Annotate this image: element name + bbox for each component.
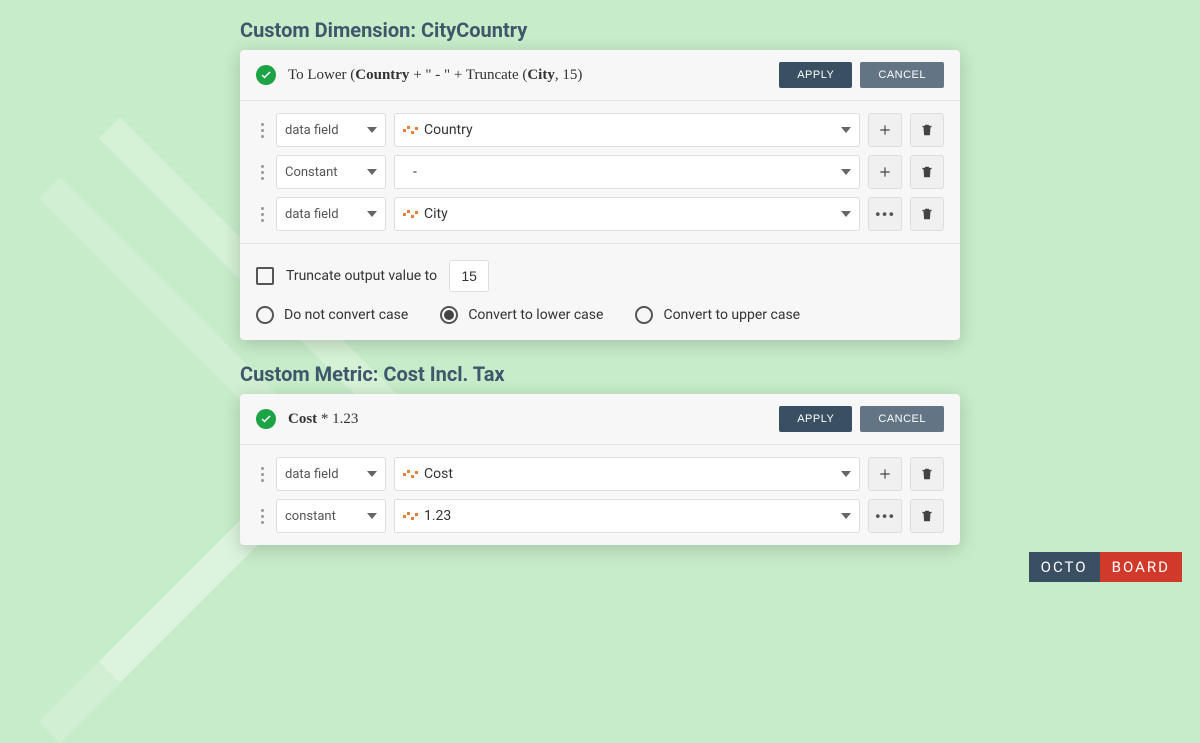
type-select[interactable]: data field <box>276 113 386 147</box>
chevron-down-icon <box>367 211 377 217</box>
expression-row: data field Cost <box>256 457 944 491</box>
metric-header: Cost * 1.23 APPLY CANCEL <box>240 394 960 445</box>
metric-card: Cost * 1.23 APPLY CANCEL data field Cost <box>240 394 960 545</box>
formula-display: Cost * 1.23 <box>288 411 771 428</box>
radio-no-convert[interactable]: Do not convert case <box>256 306 408 324</box>
add-button[interactable] <box>868 155 902 189</box>
expression-row: Constant - <box>256 155 944 189</box>
field-select[interactable]: Cost <box>394 457 860 491</box>
chevron-down-icon <box>841 127 851 133</box>
dimension-title: Custom Dimension: CityCountry <box>240 18 960 42</box>
drag-handle-icon[interactable] <box>256 119 268 142</box>
field-select[interactable]: Country <box>394 113 860 147</box>
more-button[interactable]: ••• <box>868 197 902 231</box>
drag-handle-icon[interactable] <box>256 505 268 528</box>
expression-row: constant 1.23 ••• <box>256 499 944 533</box>
chevron-down-icon <box>367 169 377 175</box>
check-icon <box>256 65 276 85</box>
delete-button[interactable] <box>910 499 944 533</box>
chevron-down-icon <box>367 471 377 477</box>
truncate-checkbox[interactable] <box>256 267 274 285</box>
add-button[interactable] <box>868 113 902 147</box>
type-select[interactable]: Constant <box>276 155 386 189</box>
chevron-down-icon <box>841 211 851 217</box>
dimension-header: To Lower (Country + " - " + Truncate (Ci… <box>240 50 960 101</box>
apply-button[interactable]: APPLY <box>779 406 852 432</box>
expression-row: data field City ••• <box>256 197 944 231</box>
formula-display: To Lower (Country + " - " + Truncate (Ci… <box>288 67 771 84</box>
expression-row: data field Country <box>256 113 944 147</box>
delete-button[interactable] <box>910 155 944 189</box>
drag-handle-icon[interactable] <box>256 161 268 184</box>
delete-button[interactable] <box>910 457 944 491</box>
drag-handle-icon[interactable] <box>256 203 268 226</box>
constant-select[interactable]: - <box>394 155 860 189</box>
field-select[interactable]: City <box>394 197 860 231</box>
ellipsis-icon: ••• <box>875 507 895 526</box>
cancel-button[interactable]: CANCEL <box>860 406 944 432</box>
metric-title: Custom Metric: Cost Incl. Tax <box>240 362 960 386</box>
radio-upper[interactable]: Convert to upper case <box>635 306 800 324</box>
type-select[interactable]: data field <box>276 457 386 491</box>
data-field-icon <box>403 129 418 132</box>
drag-handle-icon[interactable] <box>256 463 268 486</box>
check-icon <box>256 409 276 429</box>
cancel-button[interactable]: CANCEL <box>860 62 944 88</box>
delete-button[interactable] <box>910 197 944 231</box>
type-select[interactable]: data field <box>276 197 386 231</box>
dimension-card: To Lower (Country + " - " + Truncate (Ci… <box>240 50 960 340</box>
chevron-down-icon <box>841 169 851 175</box>
truncate-label: Truncate output value to <box>286 268 437 284</box>
chevron-down-icon <box>841 513 851 519</box>
chevron-down-icon <box>367 127 377 133</box>
type-select[interactable]: constant <box>276 499 386 533</box>
ellipsis-icon: ••• <box>875 205 895 224</box>
truncate-input[interactable] <box>449 260 489 292</box>
radio-lower[interactable]: Convert to lower case <box>440 306 603 324</box>
constant-select[interactable]: 1.23 <box>394 499 860 533</box>
add-button[interactable] <box>868 457 902 491</box>
chevron-down-icon <box>841 471 851 477</box>
delete-button[interactable] <box>910 113 944 147</box>
brand-logo: OCTO BOARD <box>1029 552 1182 582</box>
chevron-down-icon <box>367 513 377 519</box>
data-field-icon <box>403 213 418 216</box>
data-field-icon <box>403 515 418 518</box>
more-button[interactable]: ••• <box>868 499 902 533</box>
data-field-icon <box>403 473 418 476</box>
apply-button[interactable]: APPLY <box>779 62 852 88</box>
